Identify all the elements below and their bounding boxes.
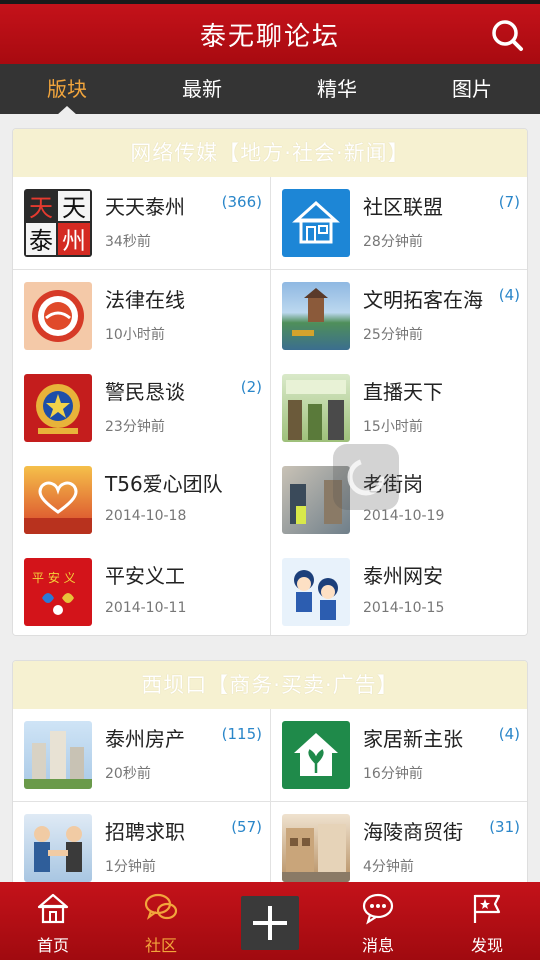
police-emblem-icon bbox=[24, 374, 92, 442]
forum-item[interactable]: 泰州房产 (115) 20秒前 bbox=[13, 709, 270, 801]
nav-home[interactable]: 首页 bbox=[13, 882, 93, 960]
forum-item[interactable]: 泰州网安 2014-10-15 bbox=[271, 546, 527, 635]
nav-community-label: 社区 bbox=[144, 936, 177, 955]
forum-name: 泰州网安 bbox=[363, 564, 443, 588]
post-count: (57) bbox=[231, 818, 262, 836]
forum-list[interactable]: 网络传媒【地方·社会·新闻】 天 天 泰 州 天天泰州 (366) 34秒前 社… bbox=[0, 114, 540, 882]
forum-name: 社区联盟 bbox=[363, 195, 443, 219]
nav-home-label: 首页 bbox=[36, 936, 69, 955]
last-update: 20秒前 bbox=[105, 766, 151, 782]
green-house-icon bbox=[282, 721, 350, 789]
last-update: 4分钟前 bbox=[363, 859, 414, 875]
svg-text:州: 州 bbox=[62, 227, 86, 255]
last-update: 28分钟前 bbox=[363, 234, 423, 250]
tab-featured[interactable]: 精华 bbox=[287, 64, 387, 114]
forum-item[interactable]: 法律在线 10小时前 bbox=[13, 270, 270, 362]
nav-discover-label: 发现 bbox=[470, 936, 503, 955]
forum-item[interactable]: 文明拓客在海 (4) 25分钟前 bbox=[271, 270, 527, 362]
section-media: 网络传媒【地方·社会·新闻】 天 天 泰 州 天天泰州 (366) 34秒前 社… bbox=[12, 128, 528, 636]
forum-name: 家居新主张 bbox=[363, 727, 463, 751]
last-update: 34秒前 bbox=[105, 234, 151, 250]
heart-hands-icon bbox=[24, 466, 92, 534]
forum-item[interactable]: T56爱心团队 2014-10-18 bbox=[13, 454, 270, 546]
forum-name: 平安义工 bbox=[105, 564, 185, 588]
house-icon bbox=[282, 189, 350, 257]
live-photo-icon bbox=[282, 374, 350, 442]
section-header: 西坝口【商务·买卖·广告】 bbox=[13, 661, 527, 709]
nav-discover[interactable]: 发现 bbox=[447, 882, 527, 960]
market-photo-icon bbox=[282, 814, 350, 882]
cyber-police-icon bbox=[282, 558, 350, 626]
chat-bubbles-icon bbox=[144, 893, 178, 920]
post-count: (7) bbox=[498, 193, 520, 211]
forum-name: 直播天下 bbox=[363, 380, 443, 404]
home-icon bbox=[37, 893, 69, 924]
post-count: (31) bbox=[489, 818, 520, 836]
volunteer-logo-icon: 平 安 义 bbox=[24, 558, 92, 626]
section-commerce: 西坝口【商务·买卖·广告】 泰州房产 (115) 20秒前 家居新主张 (4) … bbox=[12, 660, 528, 882]
forum-item[interactable]: 直播天下 15小时前 bbox=[271, 362, 527, 454]
bottom-nav: 首页 社区 消息 发现 bbox=[0, 882, 540, 960]
post-count: (4) bbox=[498, 286, 520, 304]
last-update: 2014-10-18 bbox=[105, 508, 187, 524]
law-emblem-icon bbox=[24, 282, 92, 350]
forum-name: 文明拓客在海 bbox=[363, 288, 483, 312]
last-update: 23分钟前 bbox=[105, 419, 165, 435]
message-icon bbox=[362, 893, 394, 925]
tab-latest[interactable]: 最新 bbox=[152, 64, 252, 114]
forum-name: 法律在线 bbox=[105, 288, 185, 312]
forum-item[interactable]: 家居新主张 (4) 16分钟前 bbox=[271, 709, 527, 801]
last-update: 10小时前 bbox=[105, 327, 165, 343]
app-title: 泰无聊论坛 bbox=[199, 22, 340, 52]
forum-name: T56爱心团队 bbox=[105, 472, 223, 496]
forum-item[interactable]: 社区联盟 (7) 28分钟前 bbox=[271, 177, 527, 269]
last-update: 15小时前 bbox=[363, 419, 423, 435]
tab-pictures[interactable]: 图片 bbox=[422, 64, 522, 114]
loading-spinner-icon bbox=[333, 444, 399, 510]
app-header: 泰无聊论坛 bbox=[0, 0, 540, 64]
new-post-button[interactable] bbox=[241, 896, 299, 950]
forum-name: 泰州房产 bbox=[105, 727, 185, 751]
forum-item[interactable]: 警民恳谈 (2) 23分钟前 bbox=[13, 362, 270, 454]
last-update: 2014-10-15 bbox=[363, 600, 445, 616]
svg-text:天: 天 bbox=[62, 194, 86, 222]
svg-text:平 安 义: 平 安 义 bbox=[32, 570, 76, 585]
search-icon[interactable] bbox=[490, 18, 524, 52]
nav-messages-label: 消息 bbox=[361, 936, 394, 955]
nav-community[interactable]: 社区 bbox=[121, 882, 201, 960]
tower-photo-icon bbox=[282, 282, 350, 350]
forum-item[interactable]: 天 天 泰 州 天天泰州 (366) 34秒前 bbox=[13, 177, 270, 269]
discover-icon bbox=[473, 894, 501, 923]
tab-bar: 版块 最新 精华 图片 bbox=[0, 64, 540, 115]
forum-name: 海陵商贸街 bbox=[363, 820, 463, 844]
forum-name: 招聘求职 bbox=[105, 820, 185, 844]
section-header: 网络传媒【地方·社会·新闻】 bbox=[13, 129, 527, 177]
plus-icon bbox=[253, 906, 287, 940]
nav-messages[interactable]: 消息 bbox=[338, 882, 418, 960]
post-count: (115) bbox=[221, 725, 262, 743]
svg-text:泰: 泰 bbox=[29, 227, 53, 255]
last-update: 1分钟前 bbox=[105, 859, 156, 875]
last-update: 16分钟前 bbox=[363, 766, 423, 782]
post-count: (2) bbox=[240, 378, 262, 396]
building-photo-icon bbox=[24, 721, 92, 789]
last-update: 25分钟前 bbox=[363, 327, 423, 343]
forum-item[interactable]: 平 安 义 平安义工 2014-10-11 bbox=[13, 546, 270, 635]
last-update: 2014-10-11 bbox=[105, 600, 187, 616]
forum-name: 警民恳谈 bbox=[105, 380, 185, 404]
tiantian-logo-icon: 天 天 泰 州 bbox=[24, 189, 92, 257]
handshake-photo-icon bbox=[24, 814, 92, 882]
post-count: (4) bbox=[498, 725, 520, 743]
forum-name: 天天泰州 bbox=[105, 195, 185, 219]
forum-item[interactable]: 招聘求职 (57) 1分钟前 bbox=[13, 802, 270, 882]
forum-item[interactable]: 海陵商贸街 (31) 4分钟前 bbox=[271, 802, 527, 882]
post-count: (366) bbox=[221, 193, 262, 211]
forum-item[interactable]: 老街岗 2014-10-19 bbox=[271, 454, 527, 546]
last-update: 2014-10-19 bbox=[363, 508, 445, 524]
svg-text:天: 天 bbox=[29, 194, 53, 222]
